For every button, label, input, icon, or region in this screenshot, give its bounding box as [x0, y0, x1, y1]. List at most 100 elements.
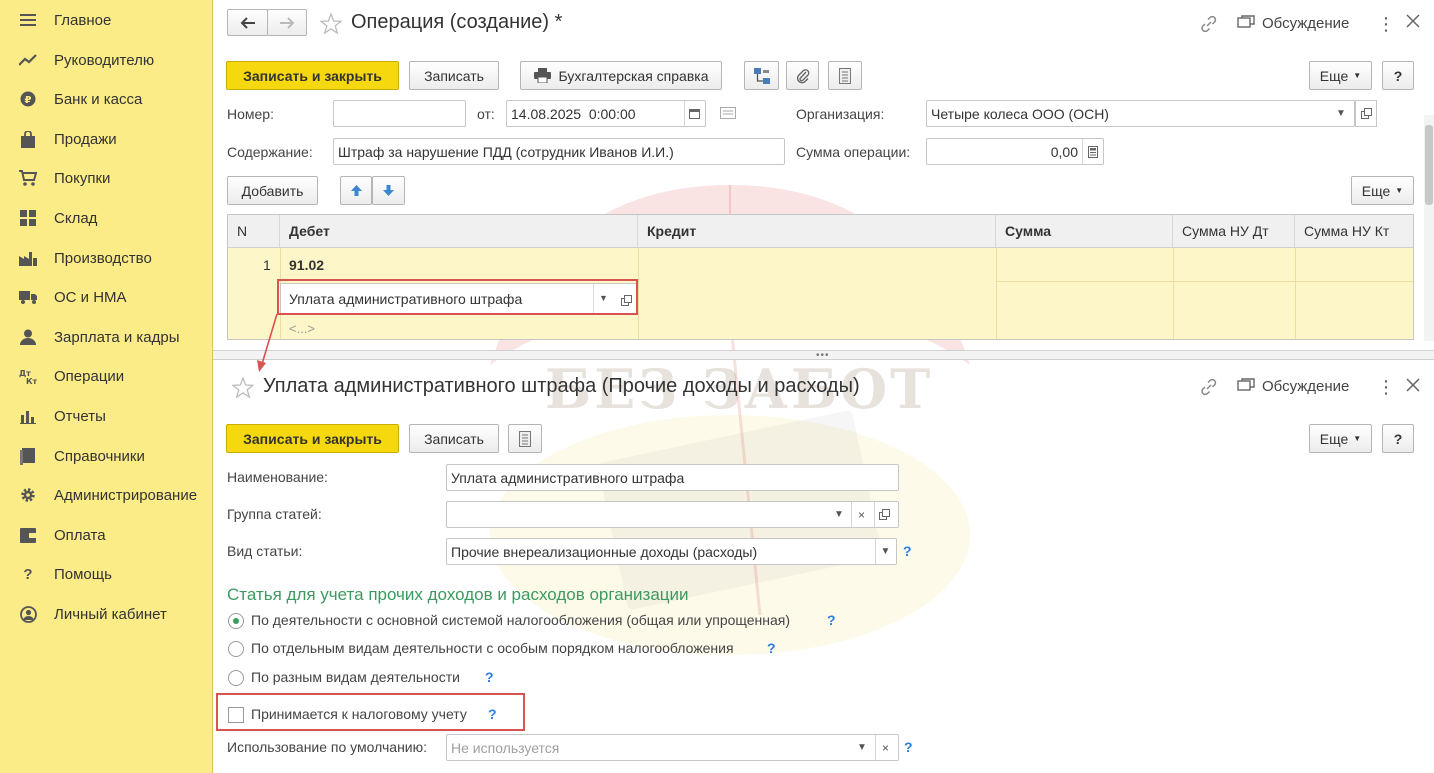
save-button[interactable]: Записать — [409, 424, 499, 453]
default-use-clear-button[interactable]: × — [875, 735, 895, 760]
organization-dropdown-button[interactable]: ▼ — [1331, 101, 1351, 126]
help-button[interactable]: ? — [1382, 424, 1414, 453]
close-icon[interactable] — [1406, 378, 1420, 392]
radio-main-tax-label[interactable]: По деятельности с основной системой нало… — [251, 612, 790, 628]
star-icon[interactable] — [320, 13, 342, 35]
sidebar-item-label: Склад — [54, 209, 98, 227]
debit-account-cell[interactable]: 91.02 — [289, 257, 324, 273]
debit-empty-subconto[interactable]: <...> — [289, 321, 315, 336]
column-header-credit[interactable]: Кредит — [638, 215, 996, 248]
calculator-button[interactable] — [1082, 139, 1102, 164]
discussion-link[interactable]: Обсуждение — [1262, 378, 1349, 395]
help-button[interactable]: ? — [1382, 61, 1414, 90]
sidebar-item-manager[interactable]: Руководителю — [0, 41, 212, 79]
more-vert-icon[interactable]: ⋮ — [1377, 14, 1395, 35]
name-input[interactable]: Уплата административного штрафа — [446, 464, 899, 491]
discussion-icon[interactable] — [1237, 15, 1255, 31]
radio-special-tax[interactable] — [228, 641, 244, 657]
discussion-icon[interactable] — [1237, 378, 1255, 394]
move-down-button[interactable] — [372, 176, 405, 205]
sidebar-item-salary[interactable]: Зарплата и кадры — [0, 318, 212, 356]
calendar-button[interactable] — [684, 101, 704, 126]
document-button[interactable] — [508, 424, 542, 453]
more-button[interactable]: Еще ▼ — [1309, 424, 1372, 453]
document-button[interactable] — [828, 61, 862, 90]
sidebar-item-fixed-assets[interactable]: ОС и НМА — [0, 278, 212, 316]
sidebar-item-catalogs[interactable]: Справочники — [0, 437, 212, 475]
scrollbar-track[interactable] — [1424, 115, 1434, 341]
forward-button[interactable] — [267, 9, 307, 36]
link-icon[interactable] — [1200, 15, 1218, 33]
link-icon[interactable] — [1200, 378, 1218, 396]
group-clear-button[interactable]: × — [851, 502, 871, 527]
number-input[interactable] — [333, 100, 466, 127]
save-and-close-button[interactable]: Записать и закрыть — [226, 61, 399, 90]
date-value: 14.08.2025 0:00:00 — [511, 105, 636, 122]
more-vert-icon[interactable]: ⋮ — [1377, 377, 1395, 398]
content-input[interactable]: Штраф за нарушение ПДД (сотрудник Иванов… — [333, 138, 785, 165]
save-button[interactable]: Записать — [409, 61, 499, 90]
column-header-sum-nu-kt[interactable]: Сумма НУ Кт — [1295, 215, 1413, 248]
group-dropdown-button[interactable]: ▼ — [829, 502, 849, 527]
add-row-button[interactable]: Добавить — [227, 176, 318, 205]
kind-select[interactable]: Прочие внереализационные доходы (расходы… — [446, 538, 897, 565]
drag-handle-icon[interactable]: ••• — [816, 350, 830, 361]
split-divider[interactable]: ••• — [213, 350, 1434, 361]
group-open-button[interactable] — [874, 502, 894, 527]
sidebar-item-main[interactable]: Главное — [0, 1, 212, 39]
sidebar-item-help[interactable]: ? Помощь — [0, 555, 212, 593]
column-header-debit[interactable]: Дебет — [280, 215, 638, 248]
star-icon[interactable] — [232, 377, 254, 399]
default-use-select[interactable]: Не используется — [446, 734, 899, 761]
radio-various-help-icon[interactable]: ? — [485, 669, 494, 685]
column-header-sum[interactable]: Сумма — [996, 215, 1173, 248]
kind-dropdown-button[interactable]: ▼ — [875, 539, 895, 564]
tax-accounting-label[interactable]: Принимается к налоговому учету — [251, 706, 467, 722]
chevron-down-icon: ▼ — [1336, 108, 1346, 119]
organization-open-button[interactable] — [1355, 100, 1377, 127]
entries-table: N Дебет Кредит Сумма Сумма НУ Дт Сумма Н… — [227, 214, 1414, 340]
save-and-close-button[interactable]: Записать и закрыть — [226, 424, 399, 453]
more-button[interactable]: Еще ▼ — [1309, 61, 1372, 90]
sidebar-item-payment[interactable]: Оплата — [0, 516, 212, 554]
radio-various[interactable] — [228, 670, 244, 686]
tax-accounting-checkbox[interactable] — [228, 707, 244, 723]
radio-main-tax-help-icon[interactable]: ? — [827, 612, 836, 628]
sidebar-item-production[interactable]: Производство — [0, 239, 212, 277]
chevron-down-icon: ▼ — [857, 742, 867, 753]
move-up-button[interactable] — [340, 176, 372, 205]
radio-special-tax-help-icon[interactable]: ? — [767, 640, 776, 656]
sidebar-item-reports[interactable]: Отчеты — [0, 397, 212, 435]
sidebar-item-account[interactable]: Личный кабинет — [0, 595, 212, 633]
accounting-reference-button[interactable]: Бухгалтерская справка — [520, 61, 722, 90]
radio-main-tax[interactable] — [228, 613, 244, 629]
sidebar-item-admin[interactable]: Администрирование — [0, 476, 212, 514]
radio-various-label[interactable]: По разным видам деятельности — [251, 669, 460, 685]
close-icon[interactable] — [1406, 14, 1420, 28]
attach-button[interactable] — [786, 61, 819, 90]
date-input[interactable]: 14.08.2025 0:00:00 — [506, 100, 706, 127]
sidebar-item-operations[interactable]: Дт Кт Операции — [0, 357, 212, 395]
organization-select[interactable]: Четыре колеса ООО (ОСН) — [926, 100, 1355, 127]
comment-icon[interactable] — [720, 107, 736, 119]
back-button[interactable] — [227, 9, 268, 36]
structure-button[interactable] — [744, 61, 779, 90]
default-use-help-icon[interactable]: ? — [904, 739, 913, 755]
operation-sum-input[interactable]: 0,00 — [926, 138, 1104, 165]
sidebar-item-bank[interactable]: ₽ Банк и касса — [0, 80, 212, 118]
default-use-dropdown-button[interactable]: ▼ — [852, 735, 872, 760]
date-from-label: от: — [477, 106, 495, 122]
name-label: Наименование: — [227, 469, 328, 485]
scrollbar-thumb[interactable] — [1425, 125, 1433, 205]
radio-special-tax-label[interactable]: По отдельным видам деятельности с особым… — [251, 640, 734, 656]
discussion-link[interactable]: Обсуждение — [1262, 15, 1349, 32]
table-more-button[interactable]: Еще ▼ — [1351, 176, 1414, 205]
sidebar-item-warehouse[interactable]: Склад — [0, 199, 212, 237]
kind-help-icon[interactable]: ? — [903, 543, 912, 559]
tax-accounting-help-icon[interactable]: ? — [488, 706, 497, 722]
column-header-sum-nu-dt[interactable]: Сумма НУ Дт — [1173, 215, 1295, 248]
gear-icon — [19, 486, 37, 504]
sidebar-item-sales[interactable]: Продажи — [0, 120, 212, 158]
sidebar-item-purchases[interactable]: Покупки — [0, 159, 212, 197]
column-header-n[interactable]: N — [228, 215, 280, 248]
